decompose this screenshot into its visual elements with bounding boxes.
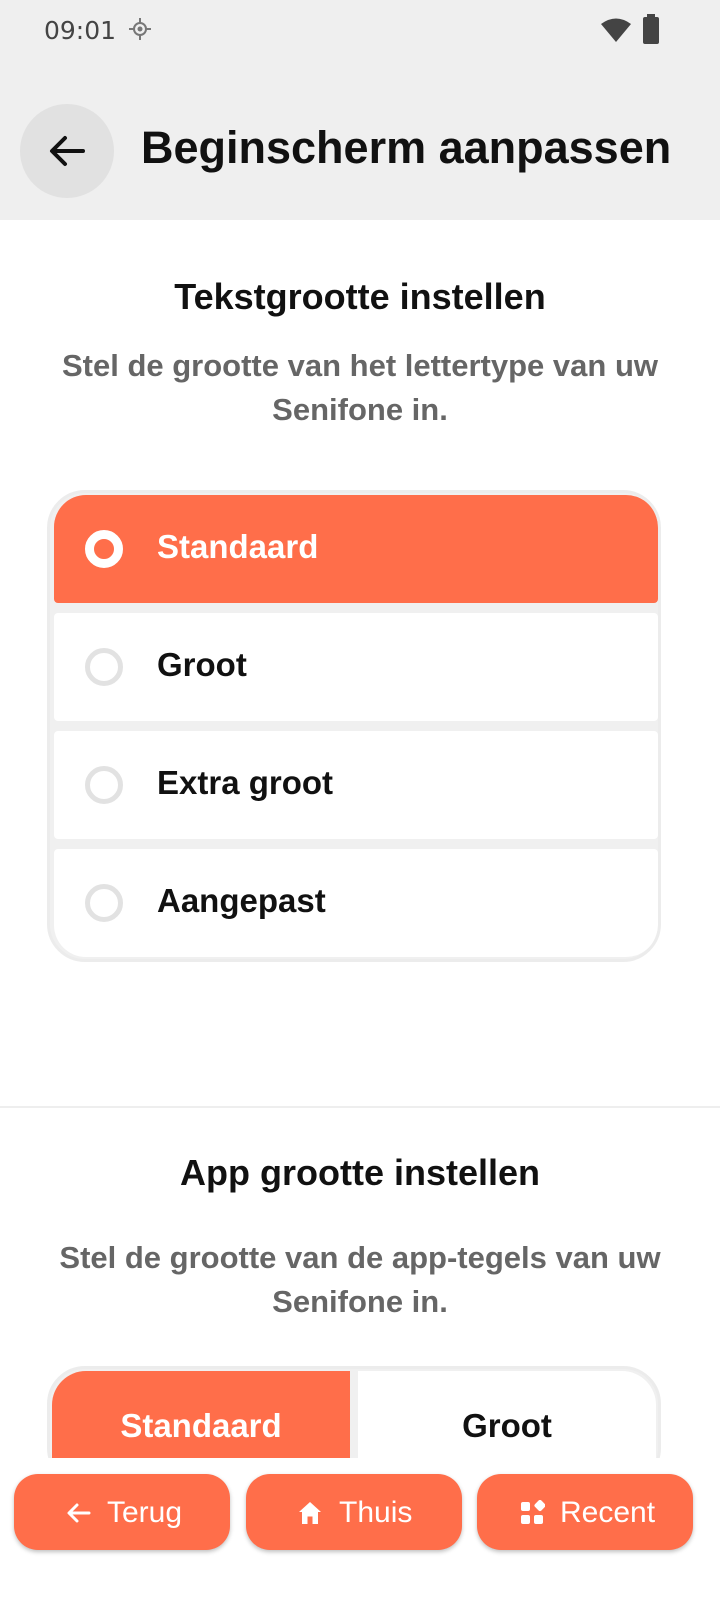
text-size-description: Stel de grootte van het lettertype van u… xyxy=(61,348,658,427)
apps-grid-icon xyxy=(521,1500,545,1524)
nav-back-label: Terug xyxy=(107,1496,183,1529)
text-size-title: Tekstgrootte instellen xyxy=(174,276,546,317)
section-divider xyxy=(0,1106,720,1108)
nav-home-button[interactable]: Thuis xyxy=(246,1474,462,1550)
radio-unselected-icon xyxy=(85,648,123,686)
nav-recent-label: Recent xyxy=(560,1496,656,1529)
text-size-options: Standaard Groot Extra groot Aangepast xyxy=(47,490,661,962)
text-size-option-aangepast[interactable]: Aangepast xyxy=(54,849,658,957)
radio-unselected-icon xyxy=(85,884,123,922)
app-header: Beginscherm aanpassen xyxy=(0,64,720,220)
nav-home-label: Thuis xyxy=(339,1496,413,1529)
location-icon xyxy=(129,18,151,40)
status-bar: 09:01 xyxy=(0,0,720,64)
app-size-title: App grootte instellen xyxy=(180,1152,540,1193)
text-size-option-standaard[interactable]: Standaard xyxy=(54,495,658,603)
text-size-option-groot[interactable]: Groot xyxy=(54,613,658,721)
wifi-icon xyxy=(601,18,631,42)
option-label: Groot xyxy=(157,646,247,683)
arrow-left-icon xyxy=(67,1503,91,1523)
option-label: Aangepast xyxy=(157,882,326,919)
option-label: Extra groot xyxy=(157,764,334,801)
battery-icon xyxy=(643,14,659,44)
radio-selected-icon xyxy=(85,530,123,568)
home-icon xyxy=(299,1502,321,1524)
nav-recent-button[interactable]: Recent xyxy=(477,1474,693,1550)
text-size-option-extra-groot[interactable]: Extra groot xyxy=(54,731,658,839)
arrow-left-icon xyxy=(50,136,85,166)
status-time: 09:01 xyxy=(44,16,117,45)
app-size-description: Stel de grootte van de app-tegels van uw… xyxy=(59,1240,661,1319)
option-label: Standaard xyxy=(157,528,319,565)
radio-unselected-icon xyxy=(85,766,123,804)
page-title: Beginscherm aanpassen xyxy=(141,122,672,173)
header-back-button[interactable] xyxy=(20,104,114,198)
nav-back-button[interactable]: Terug xyxy=(14,1474,230,1550)
